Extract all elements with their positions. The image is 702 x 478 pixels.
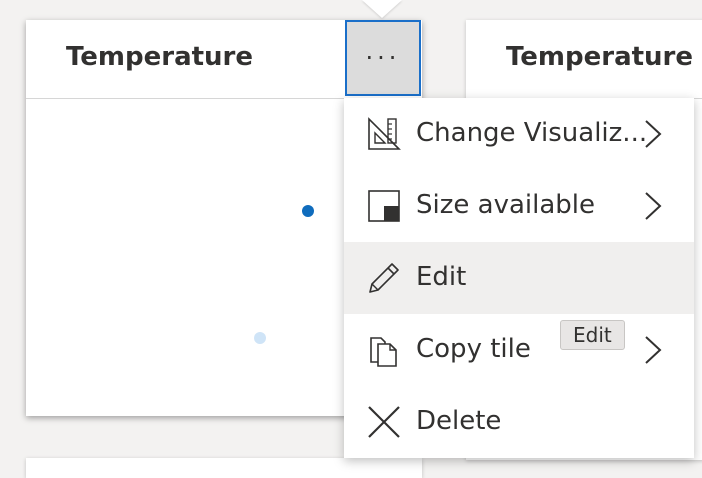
menu-caret: [362, 0, 402, 18]
menu-item-edit[interactable]: Edit: [344, 242, 694, 314]
menu-item-size-available[interactable]: Size available: [344, 170, 694, 242]
close-icon: [368, 406, 400, 438]
menu-item-copy-tile[interactable]: Copy tile: [344, 314, 694, 386]
chevron-right-icon: [645, 120, 662, 148]
chevron-right-icon: [645, 192, 662, 220]
menu-item-label: Change Visualiz...: [416, 118, 648, 148]
tile-header: Temperature: [466, 20, 702, 99]
menu-item-change-visualization[interactable]: Change Visualiz...: [344, 98, 694, 170]
tile-header: Temperature ···: [26, 20, 422, 99]
menu-item-label: Size available: [416, 190, 595, 220]
tile-title: Temperature: [506, 42, 694, 72]
copy-icon: [370, 337, 397, 367]
ruler-triangle-icon: [368, 117, 401, 150]
menu-item-label: Edit: [416, 262, 467, 292]
pencil-icon: [369, 263, 399, 293]
menu-item-label: Copy tile: [416, 334, 531, 364]
tile-context-menu: Change Visualiz... Size available Edit C…: [344, 98, 694, 458]
chevron-right-icon: [645, 336, 662, 364]
tile-partial[interactable]: [26, 458, 422, 478]
size-box-icon: [368, 190, 400, 222]
more-options-button[interactable]: ···: [345, 20, 421, 96]
chart-point: [254, 332, 266, 344]
tile-title: Temperature: [66, 42, 254, 72]
menu-item-delete[interactable]: Delete: [344, 386, 694, 458]
chart-point: [302, 205, 314, 217]
menu-item-label: Delete: [416, 406, 502, 436]
tooltip: Edit: [560, 320, 625, 350]
